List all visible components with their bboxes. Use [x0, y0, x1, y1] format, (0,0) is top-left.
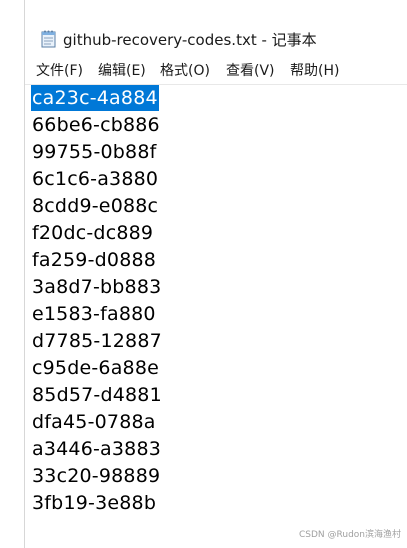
title-bar[interactable]: github-recovery-codes.txt - 记事本 [25, 0, 407, 56]
window-title: github-recovery-codes.txt - 记事本 [63, 31, 317, 49]
menu-file[interactable]: 文件(F) [36, 62, 83, 80]
text-line[interactable]: 6c1c6-a3880 [32, 166, 158, 192]
text-line[interactable]: 3a8d7-bb883 [32, 274, 161, 300]
notepad-window: github-recovery-codes.txt - 记事本 文件(F) 编辑… [24, 0, 407, 548]
menu-bar: 文件(F) 编辑(E) 格式(O) 查看(V) 帮助(H) [25, 58, 407, 84]
text-line[interactable]: 66be6-cb886 [32, 112, 160, 138]
menu-view[interactable]: 查看(V) [226, 62, 275, 80]
menu-help[interactable]: 帮助(H) [290, 62, 339, 80]
text-line[interactable]: 3fb19-3e88b [32, 490, 156, 516]
text-editor-area[interactable]: ca23c-4a884 66be6-cb886 99755-0b88f 6c1c… [25, 84, 407, 548]
text-line[interactable]: 99755-0b88f [32, 139, 157, 165]
text-line[interactable]: a3446-a3883 [32, 436, 161, 462]
text-line[interactable]: c95de-6a88e [32, 355, 159, 381]
text-line[interactable]: 33c20-98889 [32, 463, 160, 489]
background-strip [0, 0, 24, 548]
watermark: CSDN @Rudon滨海渔村 [299, 530, 401, 540]
text-line[interactable]: f20dc-dc889 [32, 220, 153, 246]
text-line[interactable]: fa259-d0888 [32, 247, 156, 273]
menu-format[interactable]: 格式(O) [160, 62, 210, 80]
text-line[interactable]: 85d57-d4881 [32, 382, 162, 408]
text-line[interactable]: e1583-fa880 [32, 301, 156, 327]
text-line[interactable]: d7785-12887 [32, 328, 162, 354]
menu-edit[interactable]: 编辑(E) [98, 62, 146, 80]
text-line-selected[interactable]: ca23c-4a884 [31, 85, 159, 111]
text-line[interactable]: 8cdd9-e088c [32, 193, 158, 219]
notepad-icon [41, 30, 56, 48]
text-line[interactable]: dfa45-0788a [32, 409, 156, 435]
